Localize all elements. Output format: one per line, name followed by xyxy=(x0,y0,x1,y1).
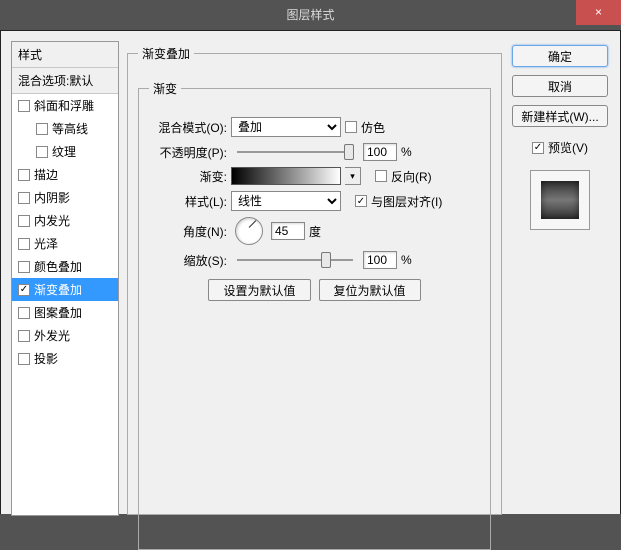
style-label: 斜面和浮雕 xyxy=(34,97,94,114)
style-select[interactable]: 线性 xyxy=(231,191,341,211)
style-label: 纹理 xyxy=(52,143,76,160)
window-title: 图层样式 xyxy=(286,8,334,22)
style-checkbox[interactable] xyxy=(18,330,30,342)
style-label: 内阴影 xyxy=(34,189,70,206)
style-item-5[interactable]: 内发光 xyxy=(12,209,118,232)
style-item-1[interactable]: 等高线 xyxy=(12,117,118,140)
group-legend: 渐变叠加 xyxy=(138,45,194,62)
close-icon: × xyxy=(595,5,602,19)
cancel-button[interactable]: 取消 xyxy=(512,75,608,97)
style-checkbox[interactable] xyxy=(18,169,30,181)
blend-mode-label: 混合模式(O): xyxy=(149,119,227,136)
ok-button[interactable]: 确定 xyxy=(512,45,608,67)
new-style-button[interactable]: 新建样式(W)... xyxy=(512,105,608,127)
right-panel: 确定 取消 新建样式(W)... 预览(V) xyxy=(510,41,610,504)
style-checkbox[interactable] xyxy=(18,215,30,227)
style-label: 光泽 xyxy=(34,235,58,252)
styles-heading: 样式 xyxy=(12,42,118,68)
style-checkbox[interactable] xyxy=(36,146,48,158)
scale-input[interactable] xyxy=(363,251,397,269)
reverse-label: 反向(R) xyxy=(391,168,432,185)
gradient-preview[interactable] xyxy=(231,167,341,185)
style-item-10[interactable]: 外发光 xyxy=(12,324,118,347)
style-checkbox[interactable] xyxy=(18,238,30,250)
style-label: 样式(L): xyxy=(149,193,227,210)
style-checkbox[interactable] xyxy=(18,284,30,296)
style-label: 投影 xyxy=(34,350,58,367)
style-checkbox[interactable] xyxy=(18,192,30,204)
angle-input[interactable] xyxy=(271,222,305,240)
percent-label: % xyxy=(401,145,412,159)
style-label: 描边 xyxy=(34,166,58,183)
opacity-slider[interactable] xyxy=(237,151,353,153)
gradient-group: 渐变 混合模式(O): 叠加 仿色 不透明度(P): % 渐变: ▾ xyxy=(138,80,491,550)
style-item-2[interactable]: 纹理 xyxy=(12,140,118,163)
align-checkbox[interactable] xyxy=(355,195,367,207)
gradient-overlay-group: 渐变叠加 渐变 混合模式(O): 叠加 仿色 不透明度(P): % 渐变: xyxy=(127,45,502,515)
angle-label: 角度(N): xyxy=(149,223,227,240)
dither-checkbox[interactable] xyxy=(345,121,357,133)
align-label: 与图层对齐(I) xyxy=(371,193,442,210)
inner-legend: 渐变 xyxy=(149,80,181,97)
gradient-label: 渐变: xyxy=(149,168,227,185)
title-bar: 图层样式 × xyxy=(0,0,621,30)
reset-default-button[interactable]: 复位为默认值 xyxy=(319,279,421,301)
gradient-dropdown-icon[interactable]: ▾ xyxy=(345,167,361,185)
opacity-label: 不透明度(P): xyxy=(149,144,227,161)
styles-list: 样式 混合选项:默认 斜面和浮雕等高线纹理描边内阴影内发光光泽颜色叠加渐变叠加图… xyxy=(11,41,119,516)
style-item-8[interactable]: 渐变叠加 xyxy=(12,278,118,301)
style-label: 渐变叠加 xyxy=(34,281,82,298)
dialog-body: 样式 混合选项:默认 斜面和浮雕等高线纹理描边内阴影内发光光泽颜色叠加渐变叠加图… xyxy=(0,30,621,514)
dither-label: 仿色 xyxy=(361,119,385,136)
preview-checkbox[interactable] xyxy=(532,142,544,154)
style-label: 内发光 xyxy=(34,212,70,229)
style-item-3[interactable]: 描边 xyxy=(12,163,118,186)
scale-label: 缩放(S): xyxy=(149,252,227,269)
style-checkbox[interactable] xyxy=(18,261,30,273)
slider-thumb[interactable] xyxy=(344,144,354,160)
close-button[interactable]: × xyxy=(576,0,621,25)
degree-label: 度 xyxy=(309,223,321,240)
style-item-6[interactable]: 光泽 xyxy=(12,232,118,255)
style-item-0[interactable]: 斜面和浮雕 xyxy=(12,94,118,117)
style-checkbox[interactable] xyxy=(18,307,30,319)
slider-thumb[interactable] xyxy=(321,252,331,268)
style-checkbox[interactable] xyxy=(18,100,30,112)
style-item-7[interactable]: 颜色叠加 xyxy=(12,255,118,278)
style-item-11[interactable]: 投影 xyxy=(12,347,118,370)
preview-box xyxy=(530,170,590,230)
style-checkbox[interactable] xyxy=(18,353,30,365)
opacity-input[interactable] xyxy=(363,143,397,161)
style-item-9[interactable]: 图案叠加 xyxy=(12,301,118,324)
style-label: 等高线 xyxy=(52,120,88,137)
scale-slider[interactable] xyxy=(237,259,353,261)
settings-panel: 渐变叠加 渐变 混合模式(O): 叠加 仿色 不透明度(P): % 渐变: xyxy=(127,41,502,504)
style-checkbox[interactable] xyxy=(36,123,48,135)
style-item-4[interactable]: 内阴影 xyxy=(12,186,118,209)
style-label: 颜色叠加 xyxy=(34,258,82,275)
angle-dial[interactable] xyxy=(235,217,263,245)
style-label: 外发光 xyxy=(34,327,70,344)
percent-label-2: % xyxy=(401,253,412,267)
preview-label: 预览(V) xyxy=(548,139,588,156)
style-label: 图案叠加 xyxy=(34,304,82,321)
blending-options-default[interactable]: 混合选项:默认 xyxy=(12,68,118,94)
blend-mode-select[interactable]: 叠加 xyxy=(231,117,341,137)
preview-swatch xyxy=(541,181,579,219)
make-default-button[interactable]: 设置为默认值 xyxy=(208,279,310,301)
reverse-checkbox[interactable] xyxy=(375,170,387,182)
